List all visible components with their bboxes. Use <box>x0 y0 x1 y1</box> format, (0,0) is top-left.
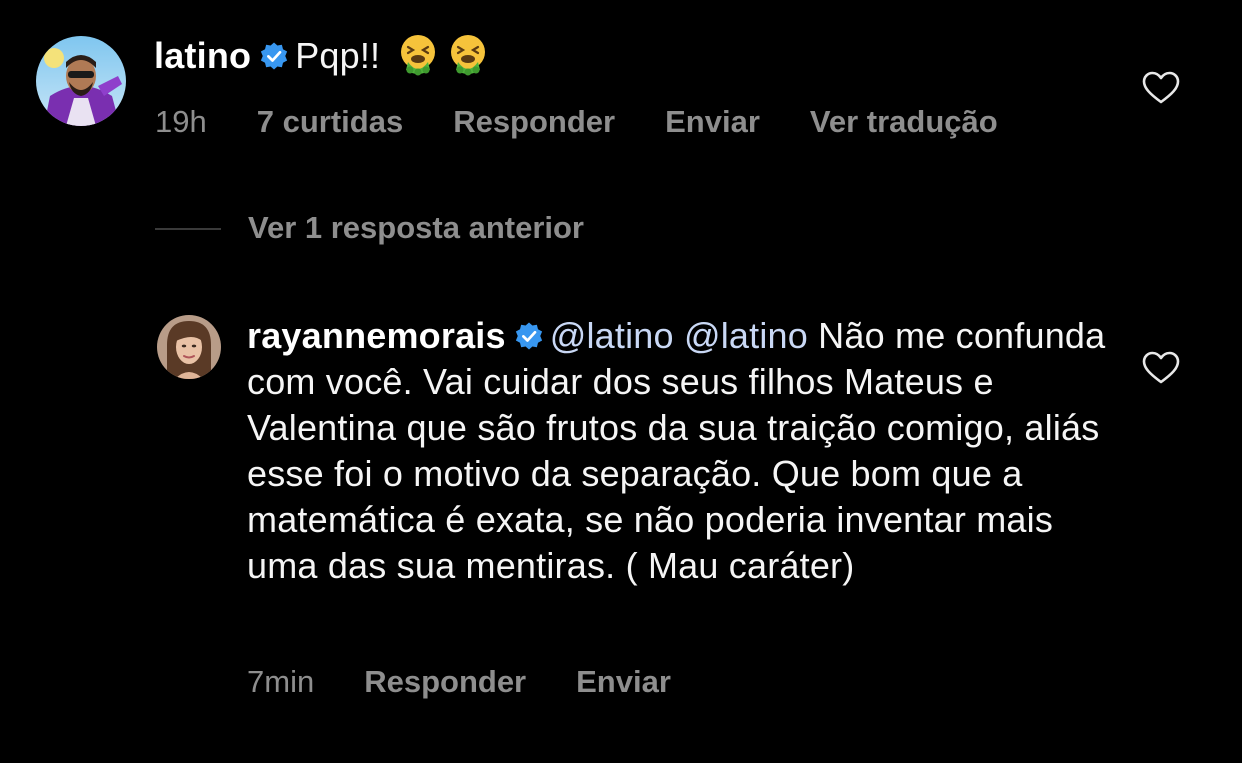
avatar-latino[interactable] <box>36 36 126 126</box>
verified-badge-icon <box>261 42 288 70</box>
timestamp: 7min <box>247 664 315 699</box>
view-previous-replies-link[interactable]: Ver 1 resposta anterior <box>248 210 584 246</box>
comment-meta: 19h 7 curtidas Responder Enviar Ver trad… <box>155 104 1048 140</box>
heart-outline-icon[interactable] <box>1142 351 1180 385</box>
mention-link[interactable]: @latino <box>684 315 808 356</box>
nauseated-face-emoji <box>451 35 486 76</box>
comment-text: Pqp!! <box>295 35 381 76</box>
translate-button[interactable]: Ver tradução <box>810 104 998 140</box>
heart-outline-icon[interactable] <box>1142 71 1180 105</box>
send-button[interactable]: Enviar <box>576 664 671 700</box>
mention-link[interactable]: @latino <box>550 315 674 356</box>
verified-badge-icon <box>515 322 542 350</box>
username[interactable]: rayannemorais <box>247 315 506 356</box>
reply-button[interactable]: Responder <box>453 104 615 140</box>
send-button[interactable]: Enviar <box>665 104 760 140</box>
nauseated-face-emoji <box>401 35 436 76</box>
comment-body: latino Pqp!! <box>154 32 490 79</box>
comment-body: rayannemorais @latino @latino Não me con… <box>247 313 1107 589</box>
avatar-rayannemorais[interactable] <box>157 315 221 379</box>
reply-button[interactable]: Responder <box>364 664 526 700</box>
comment-meta: 7min Responder Enviar <box>247 664 721 700</box>
timestamp: 19h <box>155 104 207 139</box>
replies-divider <box>155 228 221 230</box>
likes-count-button[interactable]: 7 curtidas <box>257 104 403 140</box>
username[interactable]: latino <box>154 35 251 76</box>
